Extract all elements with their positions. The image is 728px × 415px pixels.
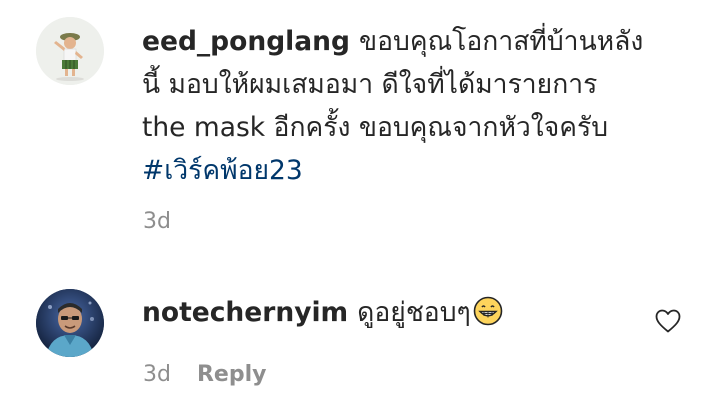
avatar-image	[36, 17, 104, 85]
avatar[interactable]	[36, 289, 104, 357]
comment-meta: 3d	[143, 209, 171, 234]
comment-text-line: นี้ มอบให้ผมเสมอมา ดีใจที่ได้มารายการ	[142, 69, 598, 100]
heart-outline-icon[interactable]	[654, 308, 682, 334]
comment-timestamp[interactable]: 3d	[143, 209, 171, 234]
comment-meta: 3d Reply	[143, 362, 266, 387]
comment-text-line: the mask อีกครั้ง ขอบคุณจากหัวใจครับ	[142, 112, 609, 143]
comment-text-line: ดูอยู่ชอบๆ	[357, 297, 471, 328]
avatar-image	[36, 289, 104, 357]
comment-text-line: ขอบคุณโอกาสที่บ้านหลัง	[358, 26, 644, 57]
avatar[interactable]	[36, 17, 104, 85]
comment-timestamp[interactable]: 3d	[143, 362, 171, 387]
comment-text: eed_ponglang ขอบคุณโอกาสที่บ้านหลัง นี้ ม…	[142, 20, 643, 192]
grinning-face-emoji	[473, 296, 503, 339]
comment-username[interactable]: eed_ponglang	[142, 26, 350, 57]
reply-button[interactable]: Reply	[197, 362, 267, 387]
hashtag-link[interactable]: #เวิร์คพ้อย23	[142, 155, 303, 186]
comment-text: notechernyim ดูอยู่ชอบๆ	[142, 291, 503, 339]
comment-username[interactable]: notechernyim	[142, 297, 348, 328]
